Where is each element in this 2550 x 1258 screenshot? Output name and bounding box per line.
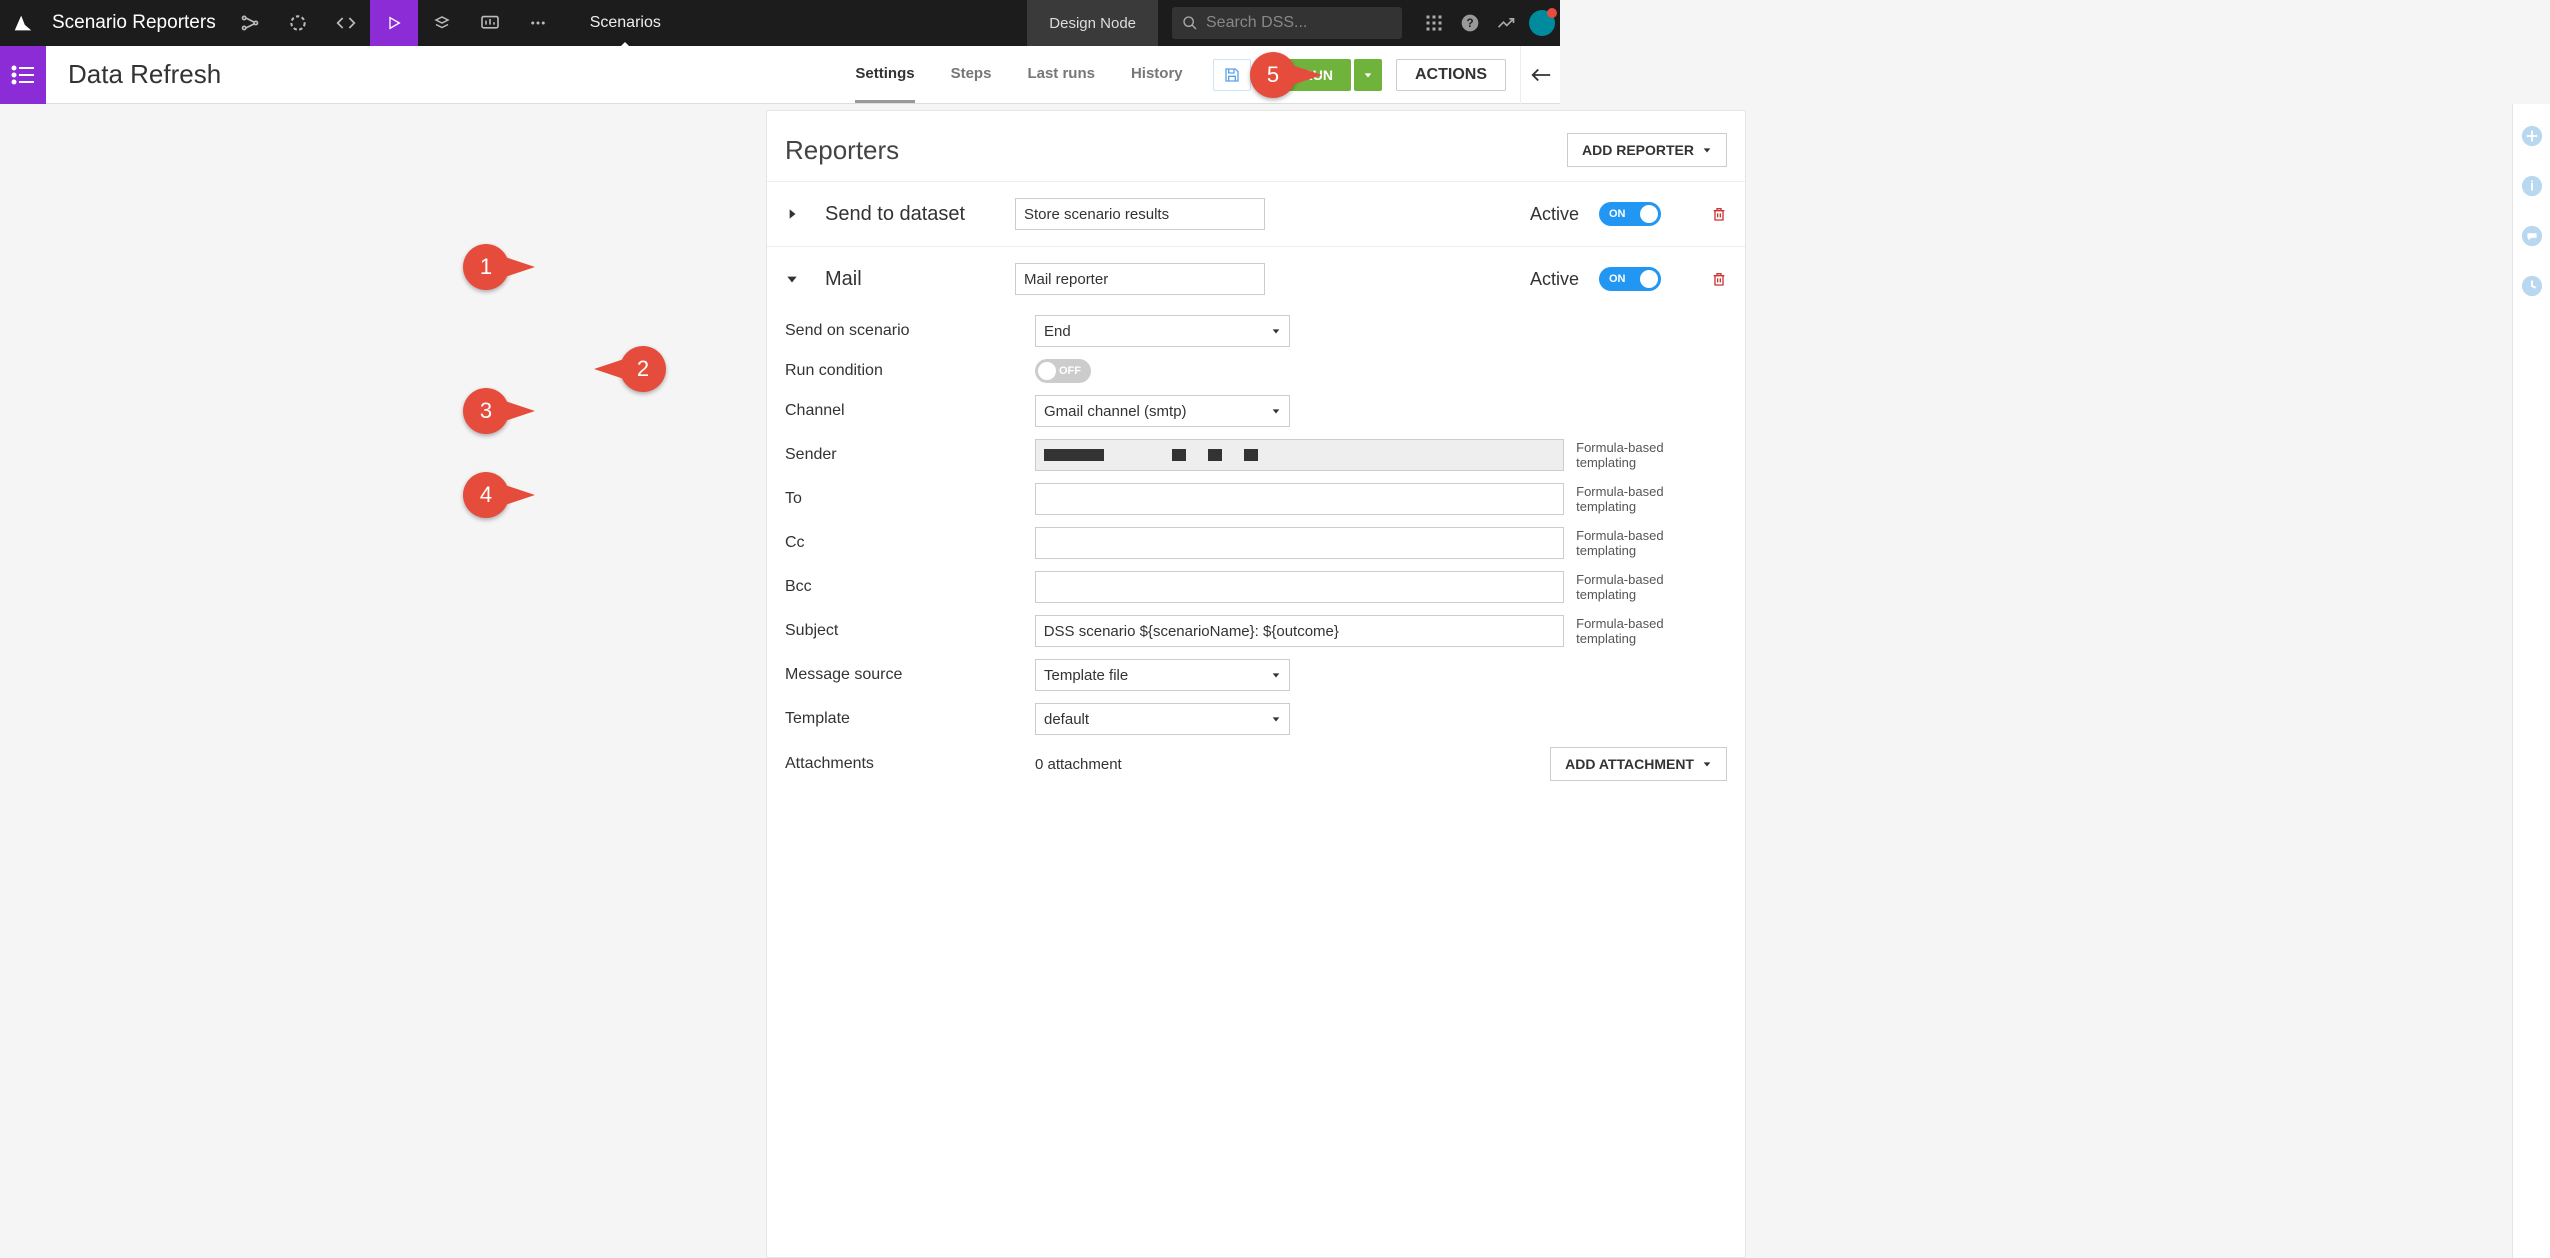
menu-button[interactable] <box>0 46 46 104</box>
sender-input[interactable] <box>1035 439 1564 471</box>
dashboard-icon[interactable] <box>466 0 514 46</box>
active-label: Active <box>1530 204 1579 225</box>
help-icon[interactable]: ? <box>1452 0 1488 46</box>
save-button[interactable] <box>1213 59 1251 91</box>
collapse-icon[interactable] <box>785 272 805 286</box>
callout-1: 1 <box>463 244 509 290</box>
templating-hint: Formula-based templating <box>1576 484 1727 514</box>
tab-last-runs[interactable]: Last runs <box>1027 47 1095 103</box>
active-toggle[interactable]: ON <box>1599 267 1661 291</box>
bcc-input[interactable] <box>1035 571 1564 603</box>
callout-3: 3 <box>463 388 509 434</box>
activity-icon[interactable] <box>1488 0 1524 46</box>
send-on-scenario-select[interactable]: End <box>1035 315 1290 347</box>
top-bar: Scenario Reporters Scenarios Design Node… <box>0 0 1560 46</box>
flow-icon[interactable] <box>226 0 274 46</box>
design-node[interactable]: Design Node <box>1027 0 1158 46</box>
page-title: Data Refresh <box>68 59 221 90</box>
right-rail: i <box>2512 104 2550 1258</box>
templating-hint: Formula-based templating <box>1576 528 1727 558</box>
back-button[interactable] <box>1520 46 1560 104</box>
templating-hint: Formula-based templating <box>1576 440 1727 470</box>
attachments-row: Attachments 0 attachment ADD ATTACHMENT <box>767 747 1745 781</box>
templating-hint: Formula-based templating <box>1576 572 1727 602</box>
reporter-type: Mail <box>825 268 995 291</box>
rail-discuss-icon[interactable] <box>2520 224 2544 248</box>
subject-input[interactable] <box>1035 615 1564 647</box>
main-area: Reporters ADD REPORTER Send to dataset A… <box>0 104 2512 1258</box>
message-source-select[interactable]: Template file <box>1035 659 1290 691</box>
reporter-name-input[interactable] <box>1015 198 1265 230</box>
bcc-label: Bcc <box>785 578 1035 596</box>
scenarios-label[interactable]: Scenarios <box>590 14 661 32</box>
global-search[interactable]: Search DSS... <box>1172 7 1402 39</box>
apps-icon[interactable] <box>1416 0 1452 46</box>
tab-settings[interactable]: Settings <box>855 47 914 103</box>
delete-icon[interactable] <box>1711 206 1727 222</box>
mail-form: Send on scenario End Run condition OFF C… <box>767 311 1745 735</box>
callout-5: 5 <box>1250 52 1296 98</box>
user-avatar[interactable] <box>1524 0 1560 46</box>
active-label: Active <box>1530 269 1579 290</box>
reporter-type: Send to dataset <box>825 203 995 226</box>
callout-2: 2 <box>620 346 666 392</box>
templating-hint: Formula-based templating <box>1576 616 1727 646</box>
more-icon[interactable] <box>514 0 562 46</box>
delete-icon[interactable] <box>1711 271 1727 287</box>
svg-text:i: i <box>2530 179 2534 194</box>
reporter-name-input[interactable] <box>1015 263 1265 295</box>
to-label: To <box>785 490 1035 508</box>
stack-icon[interactable] <box>418 0 466 46</box>
search-icon <box>1182 15 1198 31</box>
template-select[interactable]: default <box>1035 703 1290 735</box>
app-logo[interactable] <box>0 0 46 46</box>
code-icon[interactable] <box>322 0 370 46</box>
panel-title: Reporters <box>785 135 899 166</box>
to-input[interactable] <box>1035 483 1564 515</box>
reporters-panel: Reporters ADD REPORTER Send to dataset A… <box>766 110 1746 1258</box>
circle-icon[interactable] <box>274 0 322 46</box>
caret-down-icon <box>1702 759 1712 769</box>
active-toggle[interactable]: ON <box>1599 202 1661 226</box>
rail-info-icon[interactable]: i <box>2520 174 2544 198</box>
project-title[interactable]: Scenario Reporters <box>46 12 226 34</box>
rail-history-icon[interactable] <box>2520 274 2544 298</box>
callout-4: 4 <box>463 472 509 518</box>
cc-input[interactable] <box>1035 527 1564 559</box>
channel-select[interactable]: Gmail channel (smtp) <box>1035 395 1290 427</box>
run-dropdown[interactable] <box>1354 59 1382 91</box>
caret-down-icon <box>1702 145 1712 155</box>
template-label: Template <box>785 710 1035 728</box>
rail-add-icon[interactable] <box>2520 124 2544 148</box>
channel-label: Channel <box>785 402 1035 420</box>
scenario-tabs: Settings Steps Last runs History <box>855 47 1182 103</box>
subject-label: Subject <box>785 622 1035 640</box>
add-reporter-button[interactable]: ADD REPORTER <box>1567 133 1727 167</box>
attachments-count: 0 attachment <box>1035 756 1122 773</box>
expand-icon[interactable] <box>785 207 805 221</box>
reporter-row-mail: Mail Active ON <box>767 246 1745 311</box>
reporter-row-dataset: Send to dataset Active ON <box>767 181 1745 246</box>
run-condition-label: Run condition <box>785 362 1035 380</box>
sender-label: Sender <box>785 446 1035 464</box>
cc-label: Cc <box>785 534 1035 552</box>
add-attachment-button[interactable]: ADD ATTACHMENT <box>1550 747 1727 781</box>
send-on-scenario-label: Send on scenario <box>785 322 1035 340</box>
message-source-label: Message source <box>785 666 1035 684</box>
search-placeholder: Search DSS... <box>1206 14 1307 32</box>
run-condition-toggle[interactable]: OFF <box>1035 359 1091 383</box>
run-icon[interactable] <box>370 0 418 46</box>
tab-history[interactable]: History <box>1131 47 1183 103</box>
tab-steps[interactable]: Steps <box>951 47 992 103</box>
svg-text:?: ? <box>1466 17 1473 30</box>
actions-button[interactable]: ACTIONS <box>1396 59 1506 91</box>
top-nav-icons <box>226 0 562 46</box>
sub-header: Data Refresh Settings Steps Last runs Hi… <box>0 46 1560 104</box>
attachments-label: Attachments <box>785 755 1035 773</box>
